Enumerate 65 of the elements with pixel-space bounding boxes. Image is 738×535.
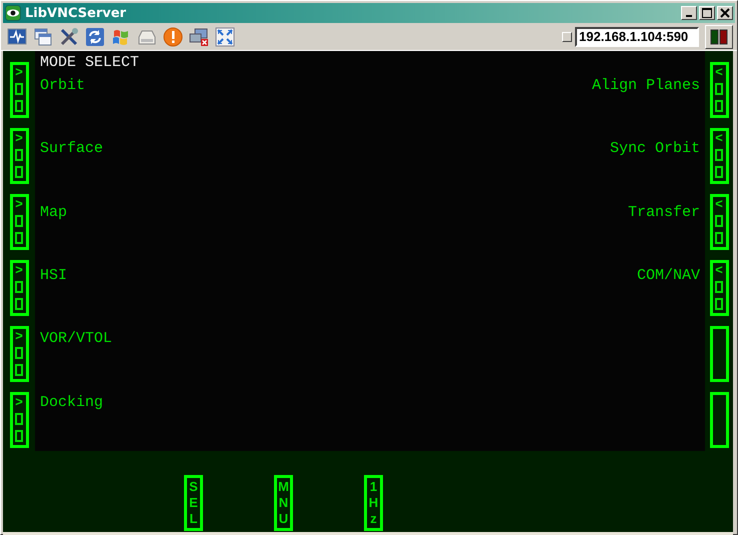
square-icon [715,298,723,310]
square-icon [715,83,723,95]
square-icon [715,166,723,178]
page-title: MODE SELECT [40,54,140,71]
menu-option[interactable]: Align Planes [592,77,700,134]
square-icon [15,347,23,359]
menu-option[interactable]: Orbit [40,77,86,134]
blank-softkey[interactable] [710,392,728,448]
softkey-button[interactable]: > [10,326,28,382]
square-icon [715,149,723,161]
window-title: LibVNCServer [25,6,128,20]
square-icon [15,215,23,227]
square-icon [715,232,723,244]
menu-option[interactable]: Docking [40,394,104,451]
toggle-button[interactable] [562,32,572,42]
softkey-button[interactable]: < [710,194,728,250]
square-icon [715,281,723,293]
square-icon [15,232,23,244]
softkey-button[interactable]: > [10,392,28,448]
square-icon [15,413,23,425]
square-icon [15,149,23,161]
waveform-icon[interactable] [7,26,27,46]
bottom-softkey[interactable]: SEL [184,475,203,531]
square-icon [15,100,23,112]
windows-icon[interactable] [33,26,53,46]
square-icon [15,166,23,178]
menu-option[interactable]: Map [40,204,68,261]
menu-option[interactable]: Sync Orbit [610,140,700,198]
menu-option[interactable]: COM/NAV [636,266,700,324]
bottom-softkey[interactable]: MNU [274,475,293,531]
alert-icon[interactable] [163,26,183,46]
network-icon[interactable] [189,26,209,46]
softkey-button[interactable]: < [710,128,728,184]
menu-option[interactable]: Surface [40,140,104,198]
bottom-softkey[interactable]: 1Hz [364,475,383,531]
connection-button[interactable] [705,24,733,48]
menu-option[interactable]: Transfer [628,204,700,261]
status-lights-icon [710,28,728,46]
close-button[interactable] [717,6,733,20]
close-icon [720,8,730,18]
menu-option[interactable]: VOR/VTOL [40,330,112,388]
softkey-button[interactable]: < [710,62,728,118]
menu-option[interactable]: HSI [40,266,68,324]
square-icon [15,364,23,376]
square-icon [715,215,723,227]
softkey-button[interactable]: > [10,194,28,250]
address-field[interactable]: 192.168.1.104:590 [575,26,699,46]
square-icon [15,430,23,442]
softkey-button[interactable]: > [10,62,28,118]
square-icon [15,281,23,293]
tools-icon[interactable] [59,26,79,46]
minimize-button[interactable] [681,6,697,20]
softkey-button[interactable]: > [10,128,28,184]
softkey-button[interactable]: < [710,260,728,316]
square-icon [15,83,23,95]
square-icon [15,298,23,310]
refresh-icon[interactable] [85,26,105,46]
blank-softkey[interactable] [710,326,728,382]
square-icon [715,100,723,112]
fullscreen-icon[interactable] [215,26,235,46]
minimize-icon [686,15,692,17]
maximize-icon [702,8,712,18]
softkey-button[interactable]: > [10,260,28,316]
maximize-button[interactable] [699,6,715,20]
app-icon [5,5,21,21]
